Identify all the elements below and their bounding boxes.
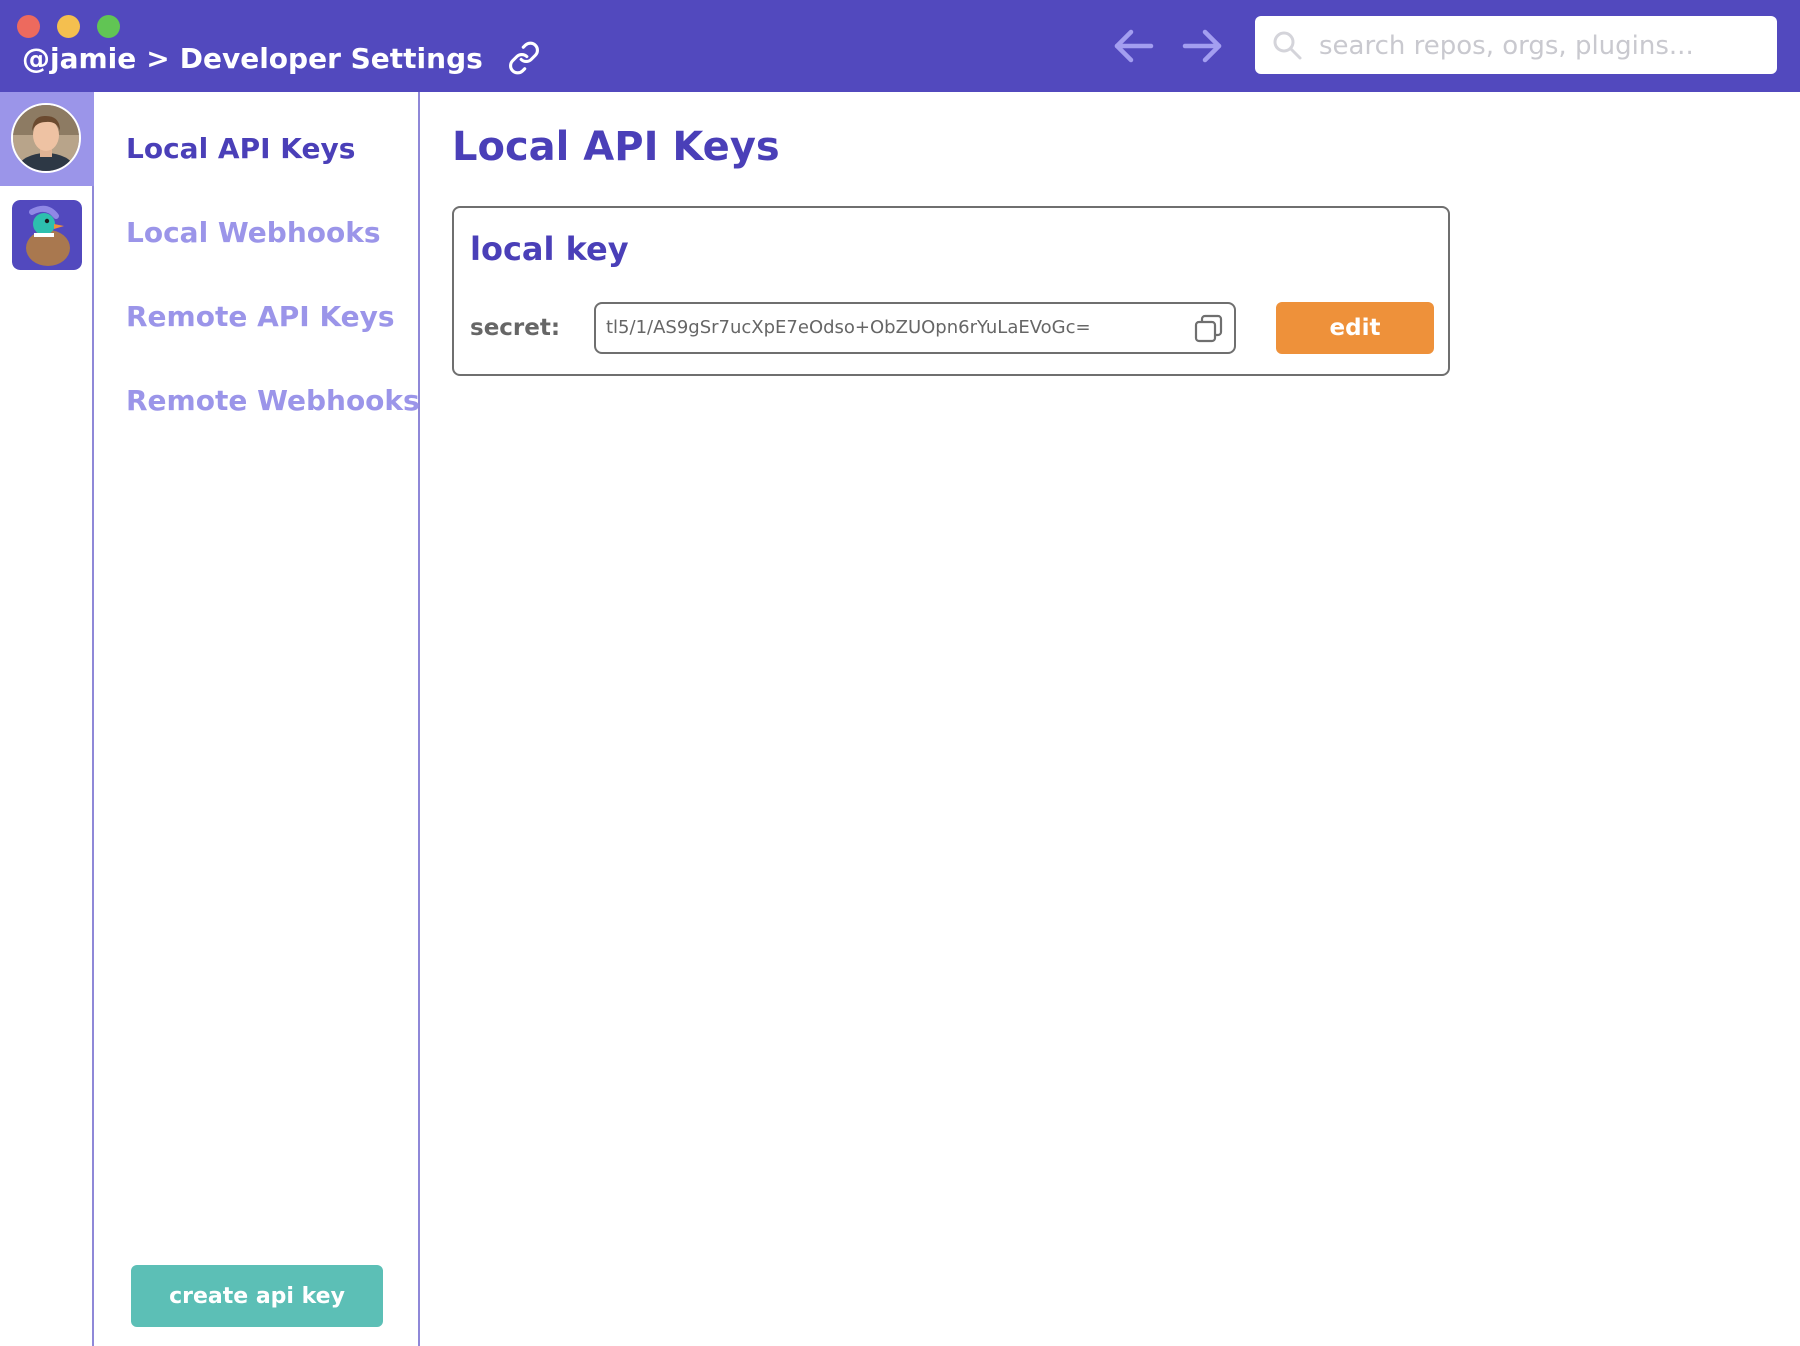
arrow-right-icon[interactable] bbox=[1179, 26, 1225, 66]
secret-value[interactable]: tl5/1/AS9gSr7ucXpE7eOdso+ObZUOpn6rYuLaEV… bbox=[606, 317, 1166, 338]
search-icon bbox=[1271, 29, 1303, 65]
arrow-left-icon[interactable] bbox=[1111, 26, 1157, 66]
page-title: Local API Keys bbox=[452, 124, 780, 170]
sidebar-item-local-webhooks[interactable]: Local Webhooks bbox=[126, 216, 381, 249]
sidebar-item-remote-api-keys[interactable]: Remote API Keys bbox=[126, 300, 395, 333]
search-box[interactable] bbox=[1255, 16, 1777, 74]
avatar[interactable] bbox=[11, 103, 81, 173]
breadcrumb-separator: > bbox=[146, 41, 170, 75]
minimize-window-button[interactable] bbox=[57, 15, 80, 38]
breadcrumb: @jamie > Developer Settings bbox=[22, 38, 541, 78]
sidebar-item-remote-webhooks[interactable]: Remote Webhooks bbox=[126, 384, 420, 417]
title-bar: @jamie > Developer Settings bbox=[0, 0, 1800, 92]
duck-org-logo[interactable] bbox=[12, 200, 82, 270]
main-content: Local API Keys local key secret: tl5/1/A… bbox=[420, 92, 1800, 1346]
breadcrumb-page: Developer Settings bbox=[179, 41, 483, 75]
breadcrumb-user[interactable]: @jamie bbox=[22, 42, 136, 75]
secret-label: secret: bbox=[470, 315, 561, 341]
create-api-key-button[interactable]: create api key bbox=[131, 1265, 383, 1327]
app-rail bbox=[0, 92, 94, 1346]
api-key-card: local key secret: tl5/1/AS9gSr7ucXpE7eOd… bbox=[452, 206, 1450, 376]
search-input[interactable] bbox=[1317, 24, 1761, 68]
copy-icon[interactable] bbox=[1194, 314, 1224, 348]
maximize-window-button[interactable] bbox=[97, 15, 120, 38]
secret-field[interactable]: tl5/1/AS9gSr7ucXpE7eOdso+ObZUOpn6rYuLaEV… bbox=[594, 302, 1236, 354]
close-window-button[interactable] bbox=[17, 15, 40, 38]
link-icon[interactable] bbox=[507, 41, 541, 75]
edit-key-button[interactable]: edit bbox=[1276, 302, 1434, 354]
key-name: local key bbox=[470, 230, 629, 268]
settings-sidebar: Local API Keys Local Webhooks Remote API… bbox=[94, 92, 420, 1346]
sidebar-item-local-api-keys[interactable]: Local API Keys bbox=[126, 132, 355, 165]
